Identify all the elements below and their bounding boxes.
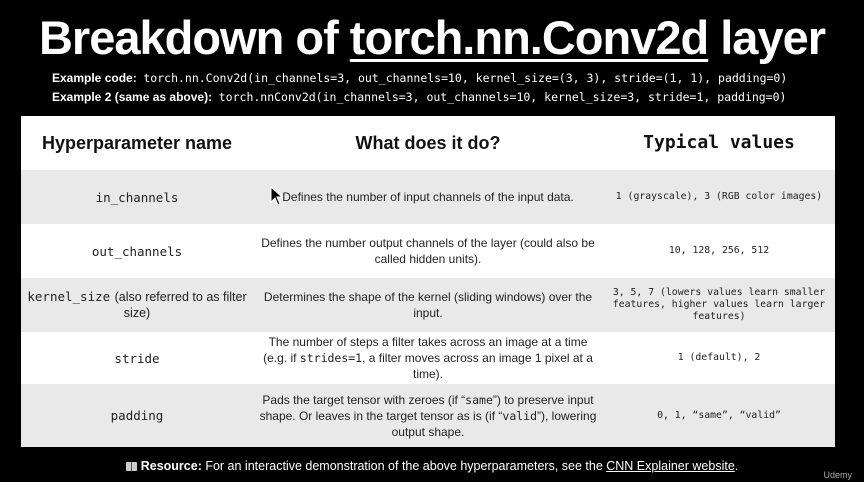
example-2-code: torch.nnConv2d(in_channels=3, out_channe…	[218, 90, 787, 104]
example-2-line: Example 2 (same as above): torch.nnConv2…	[52, 89, 786, 105]
udemy-watermark: Udemy	[823, 470, 852, 480]
param-values: 10, 128, 256, 512	[668, 245, 770, 256]
param-description: Pads the target tensor with zeroes (if “…	[253, 384, 603, 447]
page-title: Breakdown of torch.nn.Conv2d layer	[6, 12, 858, 64]
header-values: Typical values	[643, 132, 795, 153]
resource-label: Resource:	[140, 459, 202, 473]
param-description: The number of steps a filter takes acros…	[253, 332, 603, 384]
resource-text: For an interactive demonstration of the …	[201, 459, 607, 473]
book-icon	[125, 462, 137, 471]
param-name: stride	[114, 350, 160, 366]
param-values: 1 (grayscale), 3 (RGB color images)	[615, 191, 823, 202]
table-row: in_channels Defines the number of input …	[21, 170, 835, 224]
param-name: kernel_size	[27, 289, 111, 304]
cnn-explainer-link[interactable]: CNN Explainer website	[606, 459, 735, 473]
param-values: 3, 5, 7 (lowers values learn smaller fea…	[612, 287, 826, 322]
table-row: out_channels Defines the number output c…	[21, 224, 835, 278]
desc-part: , a filter moves across an image 1 pixel…	[362, 351, 593, 381]
header-description: What does it do?	[355, 133, 501, 153]
param-name: padding	[110, 408, 164, 423]
example-label: Example code:	[52, 71, 137, 85]
param-description: Defines the number of input channels of …	[282, 190, 574, 204]
table-row: kernel_size (also referred to as filter …	[21, 278, 835, 332]
resource-end: .	[734, 459, 739, 473]
example-code: torch.nn.Conv2d(in_channels=3, out_chann…	[143, 71, 788, 85]
table-row: stride The number of steps a filter take…	[21, 332, 835, 384]
example-2-label: Example 2 (same as above):	[52, 90, 213, 104]
example-code-line: Example code: torch.nn.Conv2d(in_channel…	[52, 70, 787, 86]
table-header-row: Hyperparameter name What does it do? Typ…	[21, 116, 835, 170]
title-prefix: Breakdown of	[38, 11, 350, 64]
param-values: 0, 1, “same”, “valid”	[657, 409, 781, 421]
title-highlight: torch.nn.Conv2d	[349, 11, 709, 64]
resource-footer: Resource: For an interactive demonstrati…	[0, 459, 864, 473]
table-row: padding Pads the target tensor with zero…	[21, 384, 835, 447]
header-name: Hyperparameter name	[41, 132, 233, 153]
param-values: 1 (default), 2	[677, 352, 761, 363]
hyperparameter-table: Hyperparameter name What does it do? Typ…	[21, 116, 835, 447]
param-name: out_channels	[91, 243, 183, 259]
param-description: Defines the number output channels of th…	[261, 236, 595, 266]
title-suffix: layer	[708, 11, 826, 64]
desc-code: strides=1	[299, 351, 363, 365]
desc-code: same	[465, 392, 493, 407]
param-description: Determines the shape of the kernel (slid…	[263, 290, 593, 320]
desc-part: Pads the target tensor with zeroes (if “	[262, 392, 466, 407]
desc-code: valid	[502, 408, 538, 423]
param-name-note: (also referred to as filter size)	[114, 290, 247, 320]
param-name: in_channels	[95, 189, 179, 205]
